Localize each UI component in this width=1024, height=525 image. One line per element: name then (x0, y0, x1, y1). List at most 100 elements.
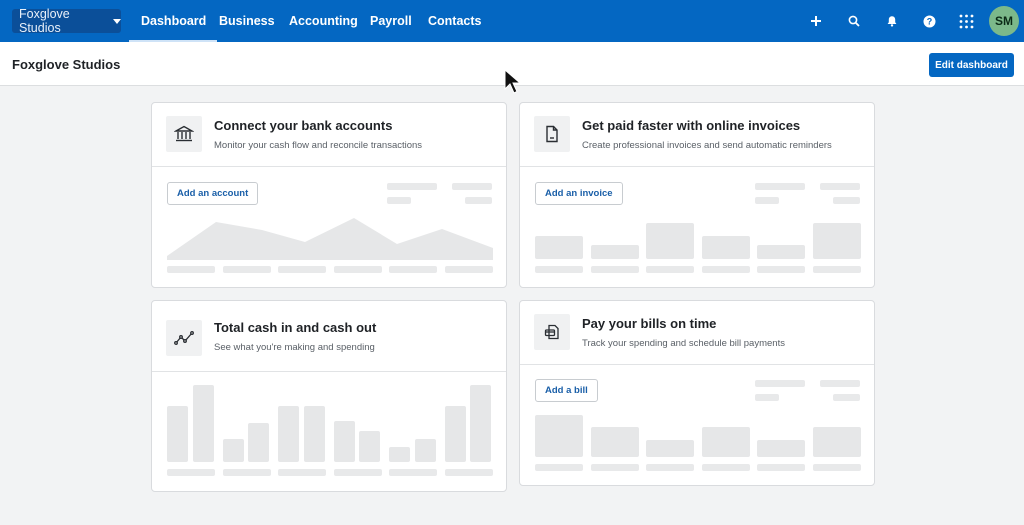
placeholder-bar (757, 245, 805, 259)
skeleton-axis-label (757, 266, 805, 273)
mouse-cursor-icon (504, 69, 522, 94)
placeholder-bar (167, 406, 188, 462)
skeleton-axis-label (167, 266, 215, 273)
placeholder-bar (646, 440, 694, 457)
top-navigation: Foxglove Studios Dashboard Business Acco… (0, 0, 1024, 42)
placeholder-bar (701, 236, 750, 259)
card-title: Connect your bank accounts (214, 118, 393, 133)
placeholder-bar (812, 223, 861, 259)
cash-in-out-card: Total cash in and cash out See what you'… (151, 300, 507, 492)
placeholder-bar (590, 427, 639, 457)
placeholder-bar (444, 406, 466, 462)
skeleton-axis-label (444, 469, 493, 476)
placeholder-bar (278, 406, 299, 462)
tab-contacts[interactable]: Contacts (428, 0, 481, 42)
add-bill-button[interactable]: Add a bill (535, 379, 598, 402)
skeleton-line (387, 183, 437, 190)
skeleton-axis-label (701, 266, 750, 273)
skeleton-axis-label (590, 266, 639, 273)
skeleton-axis-label (222, 469, 271, 476)
invoice-document-icon (534, 116, 570, 152)
skeleton-line (755, 183, 805, 190)
bank-icon (166, 116, 202, 152)
placeholder-area-chart (167, 218, 493, 260)
skeleton-axis-label (590, 464, 639, 471)
bell-icon[interactable] (882, 11, 902, 31)
skeleton-line (387, 197, 411, 204)
skeleton-axis-label (646, 464, 694, 471)
search-icon[interactable] (844, 11, 864, 31)
skeleton-line (452, 183, 492, 190)
skeleton-line (755, 380, 805, 387)
placeholder-bar (192, 385, 214, 462)
skeleton-axis-label (535, 266, 583, 273)
card-subtitle: Create professional invoices and send au… (582, 140, 832, 151)
plus-icon[interactable] (806, 11, 826, 31)
skeleton-axis-label (444, 266, 493, 273)
card-subtitle: Monitor your cash flow and reconcile tra… (214, 140, 423, 151)
skeleton-axis-label (701, 464, 750, 471)
skeleton-axis-label (333, 266, 382, 273)
placeholder-bar (470, 385, 491, 462)
bank-accounts-card: Connect your bank accounts Monitor your … (151, 102, 507, 288)
skeleton-axis-label (222, 266, 271, 273)
card-title: Pay your bills on time (582, 316, 717, 331)
card-title: Total cash in and cash out (214, 320, 377, 335)
skeleton-axis-label (812, 266, 861, 273)
card-subtitle: Track your spending and schedule bill pa… (582, 338, 785, 349)
skeleton-axis-label (757, 464, 805, 471)
placeholder-bar (757, 440, 805, 457)
skeleton-line (820, 183, 860, 190)
tab-dashboard[interactable]: Dashboard (128, 0, 218, 42)
skeleton-line (833, 197, 860, 204)
skeleton-axis-label (278, 266, 326, 273)
help-icon[interactable]: ? (919, 11, 939, 31)
skeleton-axis-label (535, 464, 583, 471)
placeholder-bar (701, 427, 750, 457)
caret-down-icon (113, 18, 121, 24)
placeholder-bar (812, 427, 861, 457)
organization-switcher[interactable]: Foxglove Studios (12, 7, 121, 35)
line-chart-icon (166, 320, 202, 356)
skeleton-axis-label (389, 469, 437, 476)
skeleton-axis-label (278, 469, 326, 476)
svg-text:?: ? (926, 16, 932, 26)
placeholder-bar (333, 421, 355, 462)
skeleton-line (755, 394, 779, 401)
bill-icon (534, 314, 570, 350)
skeleton-line (820, 380, 860, 387)
placeholder-bar (303, 406, 325, 462)
page-title: Foxglove Studios (12, 57, 121, 72)
organization-name: Foxglove Studios (19, 7, 70, 35)
user-avatar[interactable]: SM (989, 6, 1019, 36)
tab-payroll[interactable]: Payroll (370, 0, 412, 42)
placeholder-bar (535, 415, 583, 457)
skeleton-axis-label (389, 266, 437, 273)
skeleton-axis-label (646, 266, 694, 273)
skeleton-line (833, 394, 860, 401)
tab-accounting[interactable]: Accounting (289, 0, 358, 42)
skeleton-axis-label (333, 469, 382, 476)
add-invoice-button[interactable]: Add an invoice (535, 182, 623, 205)
placeholder-bar (590, 245, 639, 259)
placeholder-bar (389, 447, 410, 462)
skeleton-line (465, 197, 492, 204)
area-shape (167, 218, 493, 260)
card-subtitle: See what you're making and spending (214, 342, 375, 353)
skeleton-axis-label (812, 464, 861, 471)
bills-card: Pay your bills on time Track your spendi… (519, 300, 875, 486)
skeleton-line (755, 197, 779, 204)
card-title: Get paid faster with online invoices (582, 118, 801, 133)
add-account-button[interactable]: Add an account (167, 182, 259, 205)
placeholder-bar (359, 431, 380, 462)
invoices-card: Get paid faster with online invoices Cre… (519, 102, 875, 288)
placeholder-bar (248, 423, 269, 462)
placeholder-bar (535, 236, 583, 259)
placeholder-bar (414, 439, 436, 462)
placeholder-bar (646, 223, 694, 259)
skeleton-axis-label (167, 469, 215, 476)
placeholder-bar (222, 439, 244, 462)
edit-dashboard-button[interactable]: Edit dashboard (929, 53, 1014, 77)
tab-business[interactable]: Business (219, 0, 275, 42)
apps-grid-icon[interactable] (956, 11, 976, 31)
